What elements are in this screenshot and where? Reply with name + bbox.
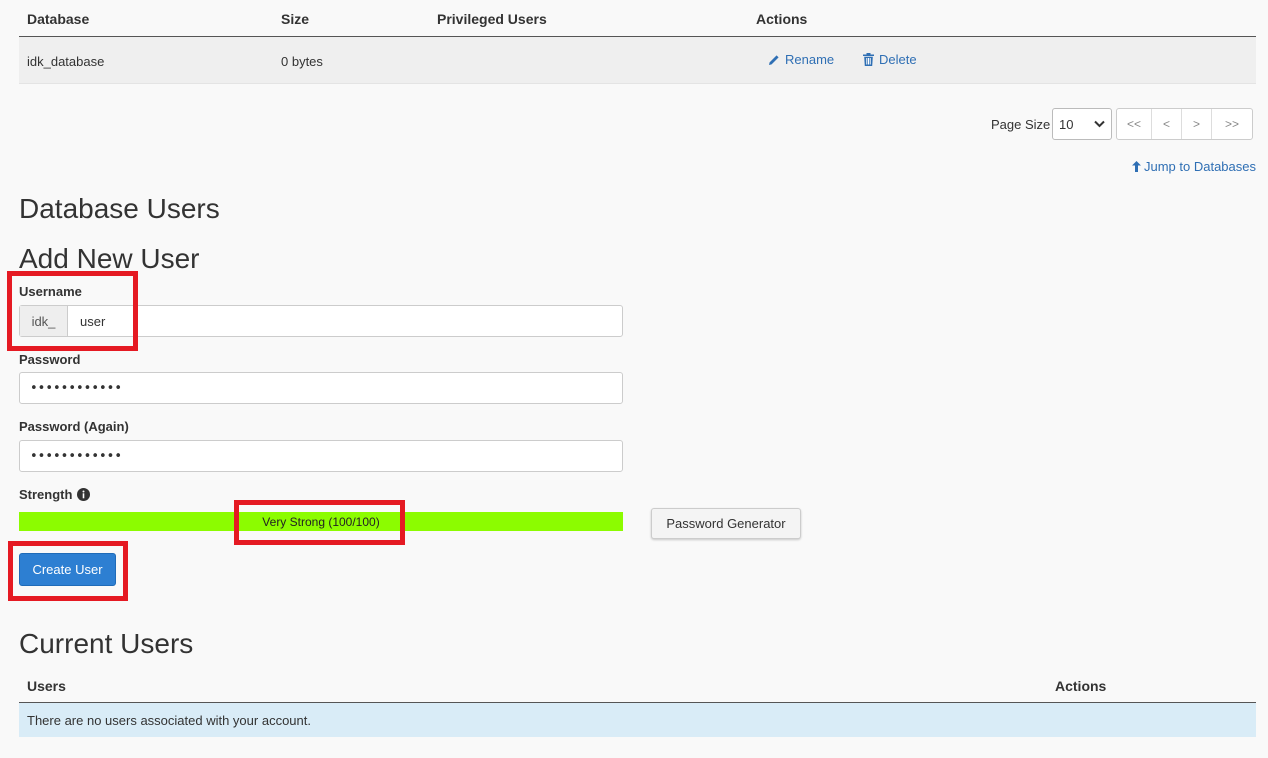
last-page-button[interactable]: >> [1212,109,1252,139]
jump-label: Jump to Databases [1143,159,1256,174]
username-prefix: idk_ [20,306,68,336]
pencil-icon [769,54,779,65]
strength-meter-fill: Very Strong (100/100) [19,512,623,531]
username-input[interactable] [68,306,622,336]
trash-icon [863,53,874,66]
current-users-title: Current Users [19,628,194,659]
jump-to-databases-link[interactable]: Jump to Databases [1131,159,1256,174]
create-user-button[interactable]: Create User [19,553,116,586]
users-table-header: Users Actions [19,668,1256,703]
header-privileged-users: Privileged Users [437,11,547,27]
delete-label: Delete [879,52,917,67]
strength-label: Strength [19,487,73,502]
password-again-input[interactable] [19,440,623,472]
header-user-actions: Actions [1055,678,1107,694]
table-row: idk_database 0 bytes Rename Delete [19,37,1256,84]
add-user-title: Add New User [19,243,200,274]
users-empty-row: There are no users associated with your … [19,703,1256,737]
database-size: 0 bytes [281,54,323,69]
password-label: Password [19,352,81,367]
strength-label-row: Strength [19,487,91,502]
first-page-button[interactable]: << [1117,109,1152,139]
rename-label: Rename [785,52,835,67]
pagination: << < > >> [1116,108,1253,140]
database-name: idk_database [27,54,105,69]
header-size[interactable]: Size [281,11,309,27]
header-actions: Actions [756,11,808,27]
delete-link[interactable]: Delete [863,52,917,67]
rename-link[interactable]: Rename [768,52,834,67]
password-input[interactable] [19,372,623,404]
strength-text: Very Strong (100/100) [262,514,380,529]
users-empty-message: There are no users associated with your … [27,713,311,728]
password-generator-button[interactable]: Password Generator [651,508,801,539]
databases-table-header: Database Size Privileged Users Actions [19,0,1256,37]
header-users[interactable]: Users [27,678,66,694]
info-icon[interactable] [77,488,91,501]
page-size-value: 10 [1059,116,1074,132]
chevron-down-icon [1094,120,1105,128]
username-label: Username [19,284,82,299]
page-size-label: Page Size [991,117,1051,132]
current-users-table: Users Actions There are no users associa… [19,668,1256,737]
arrow-up-icon [1131,161,1141,172]
databases-table: Database Size Privileged Users Actions i… [19,0,1256,84]
page-size-select[interactable]: 10 [1052,108,1112,140]
header-database[interactable]: Database [27,11,89,27]
section-title: Database Users [19,193,220,224]
strength-meter: Very Strong (100/100) [19,512,623,531]
username-input-group: idk_ [19,305,623,337]
next-page-button[interactable]: > [1182,109,1212,139]
prev-page-button[interactable]: < [1152,109,1182,139]
password-again-label: Password (Again) [19,419,129,434]
